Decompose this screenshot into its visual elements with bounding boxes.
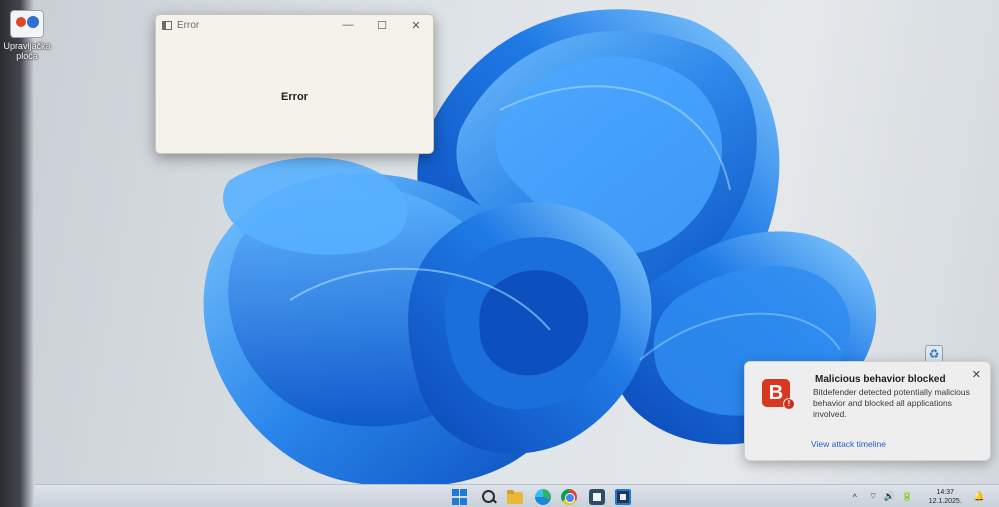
alert-badge-icon: !	[783, 398, 795, 410]
clock-date: 12.1.2025.	[928, 497, 962, 505]
show-hidden-icons-chevron-icon[interactable]: ^	[853, 492, 857, 502]
desktop-icon-label: Upravljačka ploča	[3, 41, 51, 61]
maximize-button[interactable]: ☐	[365, 15, 399, 35]
notification-title: Malicious behavior blocked	[815, 374, 946, 385]
clock[interactable]: 14:37 12.1.2025.	[929, 488, 962, 506]
notification-body: Bitdefender detected potentially malicio…	[813, 387, 970, 419]
control-panel-icon	[10, 10, 44, 38]
file-explorer-icon[interactable]	[507, 489, 523, 505]
notification-close-button[interactable]: ✕	[972, 368, 981, 381]
desktop-screen: Upravljačka ploča ♻ Error — ☐ ✕ Error B …	[0, 0, 999, 507]
minimize-button[interactable]: —	[331, 15, 365, 35]
error-message: Error	[281, 91, 308, 103]
network-volume-battery-icons[interactable]: ⌔ 🔊 🔋	[869, 491, 915, 502]
error-window: Error — ☐ ✕ Error	[155, 14, 434, 154]
monitor-bezel	[0, 0, 34, 507]
close-button[interactable]: ✕	[399, 15, 433, 35]
app-icon[interactable]	[615, 489, 631, 505]
window-app-icon	[162, 20, 172, 30]
system-tray: ^ ⌔ 🔊 🔋 14:37 12.1.2025. 🔔	[853, 485, 985, 507]
store-icon[interactable]	[589, 489, 605, 505]
view-attack-timeline-link[interactable]: View attack timeline	[811, 439, 886, 449]
bitdefender-notification[interactable]: B ! Malicious behavior blocked Bitdefend…	[744, 361, 991, 461]
window-controls: — ☐ ✕	[331, 15, 433, 35]
notification-bell-icon[interactable]: 🔔	[974, 491, 985, 502]
desktop-icon-control-panel[interactable]: Upravljačka ploča	[2, 10, 52, 61]
error-window-title: Error	[177, 19, 200, 31]
taskbar: ^ ⌔ 🔊 🔋 14:37 12.1.2025. 🔔	[34, 484, 999, 507]
clock-time: 14:37	[936, 488, 954, 496]
edge-icon[interactable]	[535, 489, 551, 505]
search-icon[interactable]	[481, 489, 497, 505]
start-icon[interactable]	[452, 489, 468, 505]
chrome-icon[interactable]	[561, 489, 577, 505]
